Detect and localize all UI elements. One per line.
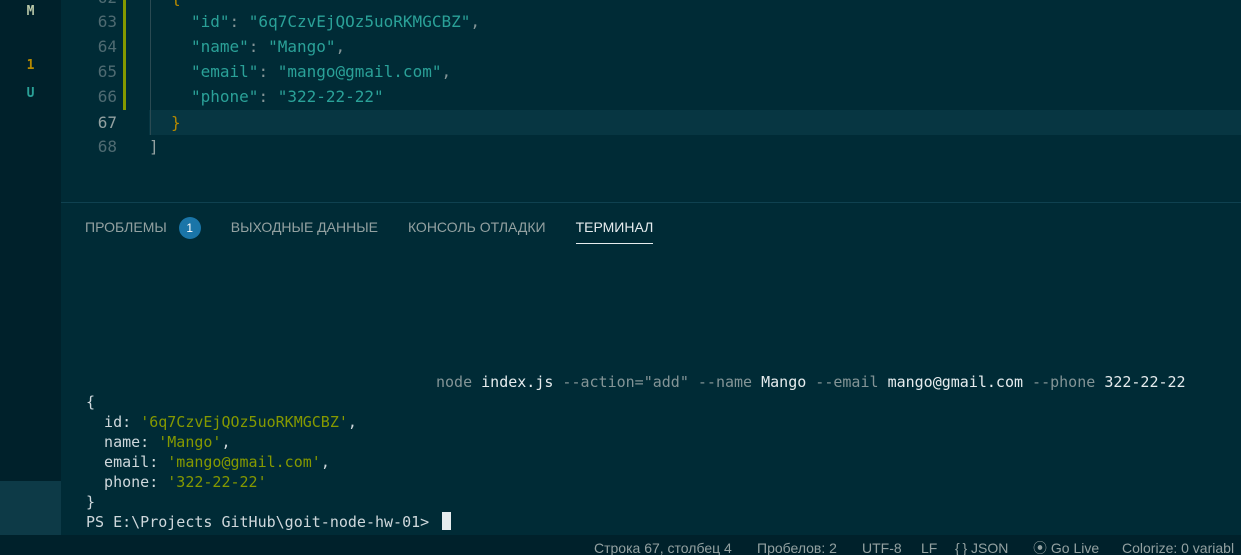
terminal-output-line: phone: '322-22-22': [86, 472, 267, 492]
panel-tabs: ПРОБЛЕМЫ 1 ВЫХОДНЫЕ ДАННЫЕ КОНСОЛЬ ОТЛАДК…: [85, 212, 683, 244]
code-line: ]: [149, 134, 159, 159]
json-key: "phone": [191, 87, 259, 106]
output-key: phone:: [86, 473, 168, 491]
output-key: id:: [86, 413, 141, 431]
terminal-output-line: }: [86, 493, 96, 511]
output-value: '322-22-22': [167, 473, 267, 491]
cmd-phone-flag: --phone: [1023, 373, 1105, 391]
prompt-text: PS E:\Projects GitHub\goit-node-hw-01>: [86, 513, 439, 531]
cursor-position-status[interactable]: Строка 67, столбец 4: [594, 535, 732, 555]
line-number: 68: [97, 137, 117, 156]
terminal-command[interactable]: node index.js --action="add" --name Mang…: [436, 372, 1186, 392]
status-bar: Строка 67, столбец 4 Пробелов: 2 UTF-8 L…: [0, 535, 1241, 555]
cmd-phone-value: 322-22-22: [1104, 373, 1186, 391]
tab-debug-console[interactable]: КОНСОЛЬ ОТЛАДКИ: [408, 214, 546, 240]
output-value: 'mango@gmail.com': [167, 453, 321, 471]
modified-gutter-bar: [123, 0, 126, 110]
code-line: }: [171, 110, 181, 135]
cmd-file: index.js: [481, 373, 554, 391]
tab-label: ПРОБЛЕМЫ: [85, 219, 167, 235]
output-comma: ,: [221, 433, 231, 451]
go-live-label: Go Live: [1050, 540, 1100, 555]
json-key: "email": [191, 62, 259, 81]
terminal-output-line: id: '6q7CzvEjQOz5uoRKMGCBZ',: [86, 412, 357, 432]
broadcast-icon: ⦿: [1033, 540, 1047, 555]
line-number: 67: [97, 113, 117, 132]
tab-label: ВЫХОДНЫЕ ДАННЫЕ: [230, 219, 378, 235]
code-line: "name": "Mango",: [191, 34, 345, 59]
cmd-name-flag: --name: [688, 373, 762, 391]
tab-output[interactable]: ВЫХОДНЫЕ ДАННЫЕ: [231, 214, 378, 240]
line-number: 63: [97, 12, 117, 31]
code-editor[interactable]: 62 63 64 65 66 67 68 { "id": "6q7CzvEjQO…: [61, 0, 1241, 202]
line-number: 65: [97, 62, 117, 81]
terminal-output-line: name: 'Mango',: [86, 432, 231, 452]
indent-guide: [150, 0, 151, 135]
cmd-email-value: mango@gmail.com: [887, 373, 1024, 391]
activity-bar: M 1 U: [0, 0, 61, 555]
comma: ,: [470, 12, 480, 31]
terminal-output-line: email: 'mango@gmail.com',: [86, 452, 330, 472]
json-value: "mango@gmail.com": [277, 62, 442, 81]
colon: :: [258, 87, 278, 106]
current-line-highlight: [149, 110, 1241, 135]
scm-count-marker: 1: [26, 58, 35, 73]
activity-highlight: [0, 481, 61, 535]
brace-close: }: [171, 113, 181, 132]
code-line: {: [171, 0, 181, 10]
language-label: JSON: [971, 540, 1009, 555]
colon: :: [229, 12, 249, 31]
cmd-name-value: Mango: [761, 373, 807, 391]
json-key: "id": [191, 12, 230, 31]
colon: :: [248, 37, 269, 56]
tab-problems[interactable]: ПРОБЛЕМЫ 1: [85, 214, 201, 240]
scm-untracked-marker: U: [26, 86, 35, 101]
output-value: '6q7CzvEjQOz5uoRKMGCBZ': [140, 413, 348, 431]
json-key: "name": [191, 37, 249, 56]
bracket-close: ]: [149, 137, 159, 156]
line-number: 66: [97, 87, 117, 106]
scm-modified-marker: M: [26, 4, 35, 19]
output-comma: ,: [347, 413, 357, 431]
tab-label: КОНСОЛЬ ОТЛАДКИ: [407, 219, 546, 235]
json-value: "322-22-22": [277, 87, 384, 106]
comma: ,: [441, 62, 452, 81]
language-mode-status[interactable]: { } JSON: [955, 535, 1008, 555]
cmd-action-flag: --action="add": [553, 373, 689, 391]
code-line: "phone": "322-22-22": [191, 84, 384, 109]
problems-count-badge: 1: [178, 217, 201, 240]
colon: :: [258, 62, 278, 81]
tab-terminal[interactable]: ТЕРМИНАЛ: [575, 214, 654, 244]
encoding-status[interactable]: UTF-8: [862, 535, 902, 555]
code-line: "id": "6q7CzvEjQOz5uoRKMGCBZ",: [191, 9, 480, 34]
output-key: name:: [86, 433, 159, 451]
indentation-status[interactable]: Пробелов: 2: [757, 535, 837, 555]
code-line: "email": "mango@gmail.com",: [191, 59, 451, 84]
terminal-output-line: {: [86, 393, 96, 411]
terminal-cursor: [442, 512, 452, 530]
brace-open: {: [171, 0, 181, 7]
output-comma: ,: [320, 453, 330, 471]
cmd-node: node: [436, 373, 482, 391]
comma: ,: [335, 37, 346, 56]
tab-label: ТЕРМИНАЛ: [575, 219, 654, 235]
cmd-email-flag: --email: [806, 373, 888, 391]
json-value: "Mango": [268, 37, 336, 56]
go-live-button[interactable]: ⦿ Go Live: [1033, 535, 1099, 555]
terminal-prompt[interactable]: PS E:\Projects GitHub\goit-node-hw-01>: [86, 512, 452, 532]
output-value: 'Mango': [158, 433, 222, 451]
json-value: "6q7CzvEjQOz5uoRKMGCBZ": [248, 12, 471, 31]
eol-status[interactable]: LF: [921, 535, 937, 555]
braces-icon: { }: [955, 540, 968, 555]
panel-divider: [61, 202, 1241, 203]
output-key: email:: [86, 453, 168, 471]
line-number: 64: [97, 37, 117, 56]
colorize-status[interactable]: Colorize: 0 variabl: [1122, 535, 1234, 555]
